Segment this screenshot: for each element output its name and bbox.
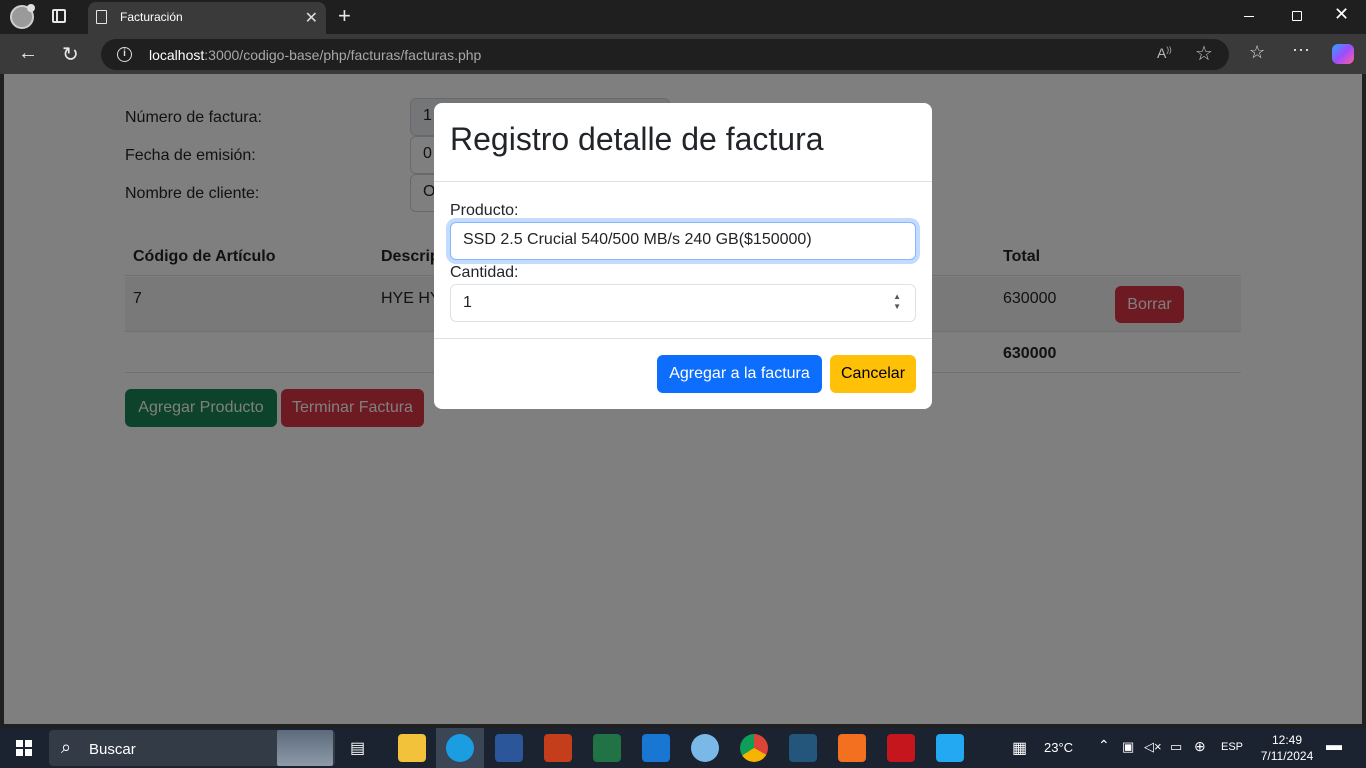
- tab-actions-icon[interactable]: [52, 9, 66, 23]
- xampp-icon[interactable]: [838, 734, 866, 762]
- tab-title: Facturación: [120, 10, 183, 24]
- time: 12:49: [1271, 733, 1303, 747]
- profile-avatar-icon[interactable]: [10, 4, 35, 29]
- browser-tab[interactable]: Facturación ✕: [88, 2, 326, 34]
- product-select[interactable]: SSD 2.5 Crucial 540/500 MB/s 240 GB($150…: [450, 222, 916, 260]
- modal-footer-divider: [434, 338, 932, 339]
- date: 7/11/2024: [1260, 749, 1314, 763]
- quantity-input[interactable]: 1 ▲ ▼: [450, 284, 916, 322]
- edge-icon[interactable]: [446, 734, 474, 762]
- restore-icon[interactable]: [1292, 11, 1302, 21]
- mysql-workbench-icon[interactable]: [789, 734, 817, 762]
- file-explorer-icon[interactable]: [398, 734, 426, 762]
- add-to-invoice-button[interactable]: Agregar a la factura: [657, 355, 822, 393]
- quantity-value: 1: [463, 294, 472, 311]
- weather-icon[interactable]: ▦: [1012, 738, 1027, 758]
- url-text[interactable]: localhost:3000/codigo-base/php/facturas/…: [149, 47, 481, 63]
- read-aloud-icon[interactable]: A)): [1157, 45, 1172, 61]
- modal-header-divider: [434, 181, 932, 182]
- volume-muted-icon[interactable]: ◁×: [1144, 739, 1162, 755]
- windows-start-icon[interactable]: [16, 740, 32, 756]
- word-icon[interactable]: [495, 734, 523, 762]
- language-indicator[interactable]: ESP: [1221, 741, 1243, 753]
- minimize-icon[interactable]: [1244, 16, 1254, 17]
- chevron-up-icon[interactable]: ⌃: [1098, 737, 1110, 754]
- quantity-label: Cantidad:: [450, 264, 519, 281]
- clock[interactable]: 12:49 7/11/2024: [1255, 732, 1319, 764]
- windows-taskbar: ⌕ Buscar ▤ ▦ 23°C ⌃ ▣ ◁× ▭ ⊕ ESP 12:49 7…: [0, 728, 1366, 768]
- excel-icon[interactable]: [593, 734, 621, 762]
- search-highlight-image: [277, 730, 333, 766]
- favorites-list-icon[interactable]: ☆: [1249, 42, 1265, 63]
- mail-icon[interactable]: [642, 734, 670, 762]
- acrobat-icon[interactable]: [887, 734, 915, 762]
- quantity-stepper-icon[interactable]: ▲ ▼: [893, 292, 901, 312]
- new-tab-icon[interactable]: +: [338, 3, 351, 29]
- notifications-icon[interactable]: ▬: [1326, 737, 1342, 755]
- site-info-icon[interactable]: i: [117, 47, 132, 62]
- invoice-detail-modal: Registro detalle de factura Producto: SS…: [434, 103, 932, 409]
- browser-tab-bar: Facturación ✕ + ✕: [0, 0, 1366, 34]
- battery-icon[interactable]: ▭: [1170, 739, 1182, 755]
- favorite-star-icon[interactable]: ☆: [1195, 41, 1213, 66]
- taskbar-search[interactable]: ⌕ Buscar: [49, 730, 335, 766]
- copilot-icon[interactable]: [1332, 44, 1354, 64]
- search-label: Buscar: [89, 741, 136, 758]
- browser-toolbar: ← ↻ i localhost:3000/codigo-base/php/fac…: [0, 34, 1366, 74]
- search-icon: ⌕: [61, 737, 72, 757]
- paint-icon[interactable]: [691, 734, 719, 762]
- refresh-icon[interactable]: ↻: [62, 42, 79, 67]
- modal-title: Registro detalle de factura: [450, 121, 824, 157]
- more-options-icon[interactable]: ⋯: [1292, 40, 1310, 61]
- weather-temp[interactable]: 23°C: [1044, 740, 1073, 755]
- page-content: Número de factura: 1 Fecha de emisión: 0…: [4, 74, 1362, 724]
- document-icon: [96, 10, 107, 24]
- cancel-button[interactable]: Cancelar: [830, 355, 916, 393]
- vscode-icon[interactable]: [936, 734, 964, 762]
- network-globe-icon[interactable]: ⊕: [1194, 738, 1206, 755]
- tab-close-icon[interactable]: ✕: [305, 8, 318, 28]
- address-bar[interactable]: i localhost:3000/codigo-base/php/factura…: [101, 39, 1229, 70]
- product-label: Producto:: [450, 202, 519, 219]
- camera-icon[interactable]: ▣: [1122, 739, 1134, 755]
- back-icon[interactable]: ←: [18, 42, 38, 65]
- window-close-icon[interactable]: ✕: [1334, 4, 1349, 25]
- task-view-icon[interactable]: ▤: [350, 738, 365, 758]
- chrome-icon[interactable]: [740, 734, 768, 762]
- powerpoint-icon[interactable]: [544, 734, 572, 762]
